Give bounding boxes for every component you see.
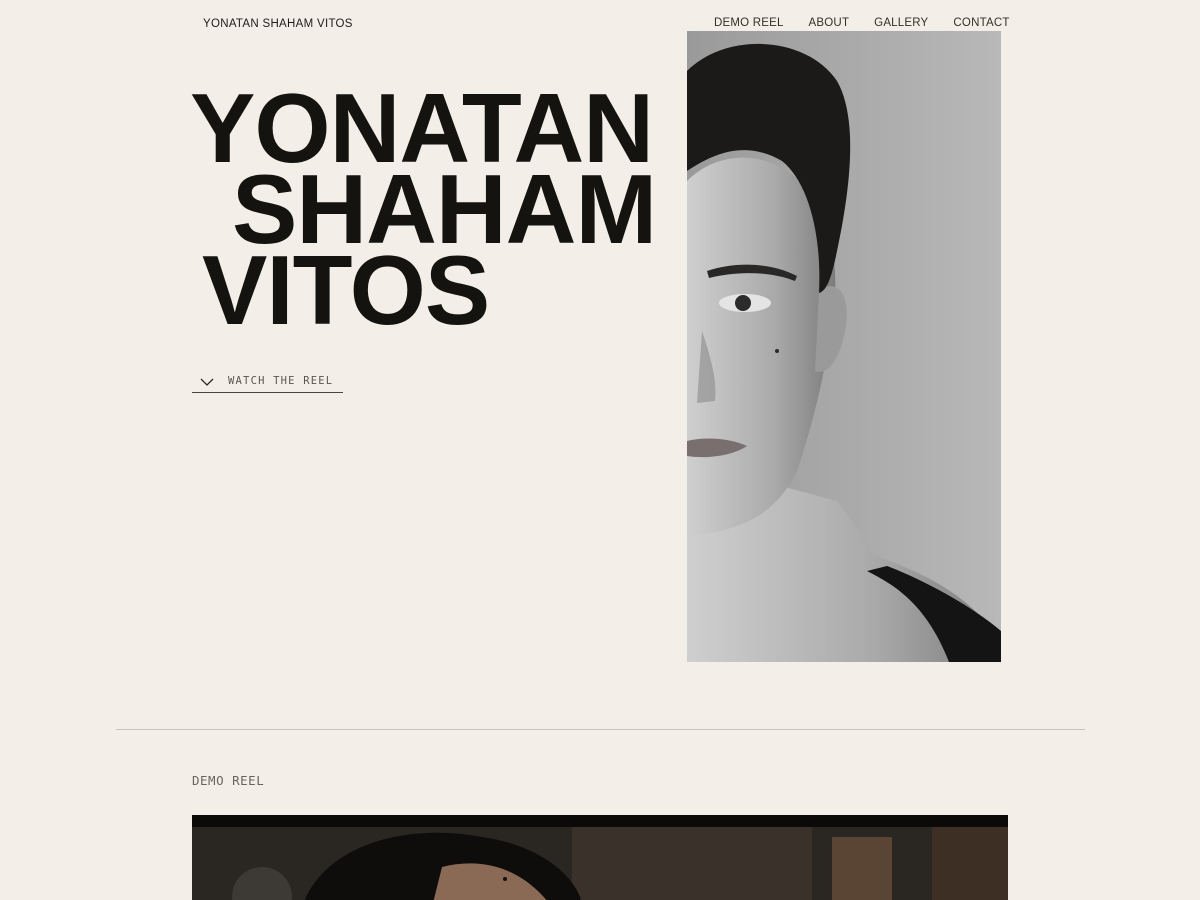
demo-reel-heading: DEMO REEL (192, 773, 265, 788)
chevron-down-icon (200, 378, 214, 386)
video-frame (192, 827, 1008, 900)
nav-gallery[interactable]: GALLERY (874, 17, 928, 29)
nav-contact[interactable]: CONTACT (953, 17, 1009, 29)
watch-reel-label: WATCH THE REEL (228, 375, 334, 387)
portrait-illustration (687, 31, 1001, 662)
nav-about[interactable]: ABOUT (809, 17, 850, 29)
hero-title: YONATAN SHAHAM VITOS (190, 79, 657, 339)
watch-reel-link[interactable]: WATCH THE REEL (192, 373, 343, 393)
section-divider (116, 729, 1085, 730)
video-still (192, 827, 1008, 900)
nav-demo-reel[interactable]: DEMO REEL (714, 17, 784, 29)
main-nav: DEMO REEL ABOUT GALLERY CONTACT (714, 17, 1010, 29)
portrait-photo (687, 31, 1001, 662)
demo-reel-video[interactable] (192, 815, 1008, 900)
page: YONATAN SHAHAM VITOS DEMO REEL ABOUT GAL… (0, 0, 1200, 900)
site-name[interactable]: YONATAN SHAHAM VITOS (203, 18, 353, 30)
